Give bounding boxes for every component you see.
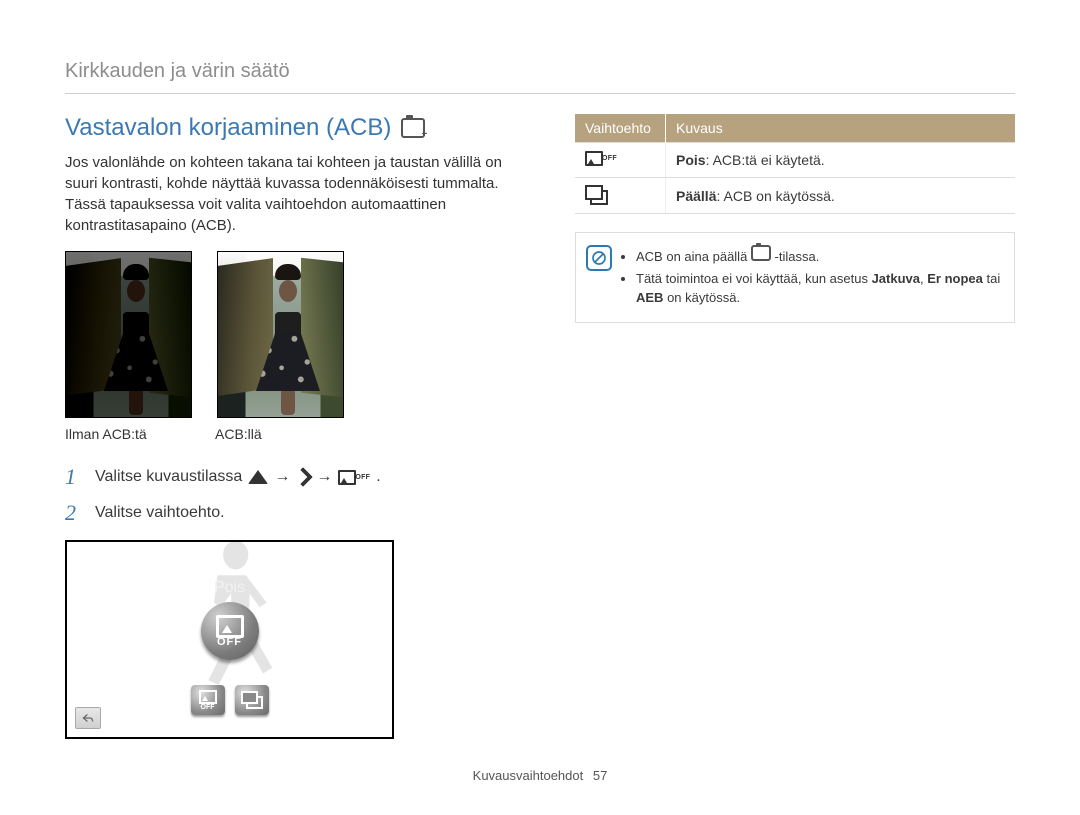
step-list: 1 Valitse kuvaustilassa → → OFF . 2 [65,464,535,526]
acb-off-icon: OFF [338,470,370,485]
photo-without-acb [65,251,192,418]
arrow-icon: → [274,468,290,486]
footer-page-number: 57 [593,768,607,783]
cell-off-icon: OFF [575,143,666,178]
off-text: OFF [201,704,215,711]
lcd-thumb-on-icon [235,685,269,715]
options-table: Vaihtoehto Kuvaus OFF Pois: ACB:tä ei kä… [575,114,1015,214]
left-column: Vastavalon korjaaminen (ACB) + Jos valon… [65,114,535,739]
caption-without-acb: Ilman ACB:tä [65,426,190,442]
manual-page: Kirkkauden ja värin säätö Vastavalon kor… [0,0,1080,815]
footer-section: Kuvausvaihtoehdot [473,768,584,783]
note-text: Tätä toimintoa ei voi käyttää, kun asetu… [636,271,872,286]
arrow-icon: → [316,468,332,486]
menu-up-icon [248,470,268,484]
note-text: tai [983,271,1000,286]
mode-camera-icon [751,245,771,261]
lcd-back-button-icon [75,707,101,729]
note-item-1: ACB on aina päällä -tilassa. [636,245,1002,267]
note-text: on käytössä. [663,290,740,305]
photo-with-acb [217,251,344,418]
photo-captions: Ilman ACB:tä ACB:llä [65,426,535,442]
right-column: Vaihtoehto Kuvaus OFF Pois: ACB:tä ei kä… [575,114,1015,739]
step-1: 1 Valitse kuvaustilassa → → OFF . [65,464,535,490]
note-text: -tilassa. [771,249,819,264]
cell-on-desc: Päällä: ACB on käytössä. [666,178,1016,214]
note-text: ACB on aina päällä [636,249,751,264]
mode-camera-plus-icon: + [401,118,425,138]
table-row: OFF Pois: ACB:tä ei käytetä. [575,143,1015,178]
lcd-option-label: Pois [214,579,245,597]
camera-lcd-mock: Pois OFF OFF [65,540,394,739]
caption-with-acb: ACB:llä [215,426,340,442]
breadcrumb: Kirkkauden ja värin säätö [65,60,1015,94]
note-bold: AEB [636,290,663,305]
th-option: Vaihtoehto [575,114,666,143]
opt-name: Päällä [676,188,716,204]
page-footer: Kuvausvaihtoehdot 57 [0,768,1080,783]
step-number: 1 [65,464,87,490]
step-1-text: Valitse kuvaustilassa → → OFF . [95,468,381,486]
opt-desc: : ACB on käytössä. [716,188,834,204]
cell-off-desc: Pois: ACB:tä ei käytetä. [666,143,1016,178]
opt-desc: : ACB:tä ei käytetä. [706,152,825,168]
intro-text: Jos valonlähde on kohteen takana tai koh… [65,152,535,236]
step-2: 2 Valitse vaihtoehto. [65,500,535,526]
lcd-selected-off-icon: OFF [201,602,259,660]
opt-name: Pois [676,152,706,168]
title-text: Vastavalon korjaaminen (ACB) [65,114,391,142]
page-title: Vastavalon korjaaminen (ACB) + [65,114,535,142]
step-2-text: Valitse vaihtoehto. [95,504,225,522]
step-1-prefix: Valitse kuvaustilassa [95,468,242,486]
note-bold: Er nopea [927,271,983,286]
note-box: ACB on aina päällä -tilassa. Tätä toimin… [575,232,1015,323]
cell-on-icon [575,178,666,214]
note-item-2: Tätä toimintoa ei voi käyttää, kun asetu… [636,269,1002,308]
chevron-right-icon [293,467,313,487]
note-icon [586,245,612,271]
two-column-layout: Vastavalon korjaaminen (ACB) + Jos valon… [65,114,1015,739]
note-bold: Jatkuva [872,271,920,286]
lcd-thumb-off-icon: OFF [191,685,225,715]
example-photos [65,251,535,418]
step-1-suffix: . [376,468,380,486]
acb-on-icon [585,190,655,205]
acb-off-icon: OFF [585,151,617,166]
lcd-option-thumbs: OFF [191,685,269,715]
table-row: Päällä: ACB on käytössä. [575,178,1015,214]
th-desc: Kuvaus [666,114,1016,143]
step-number: 2 [65,500,87,526]
